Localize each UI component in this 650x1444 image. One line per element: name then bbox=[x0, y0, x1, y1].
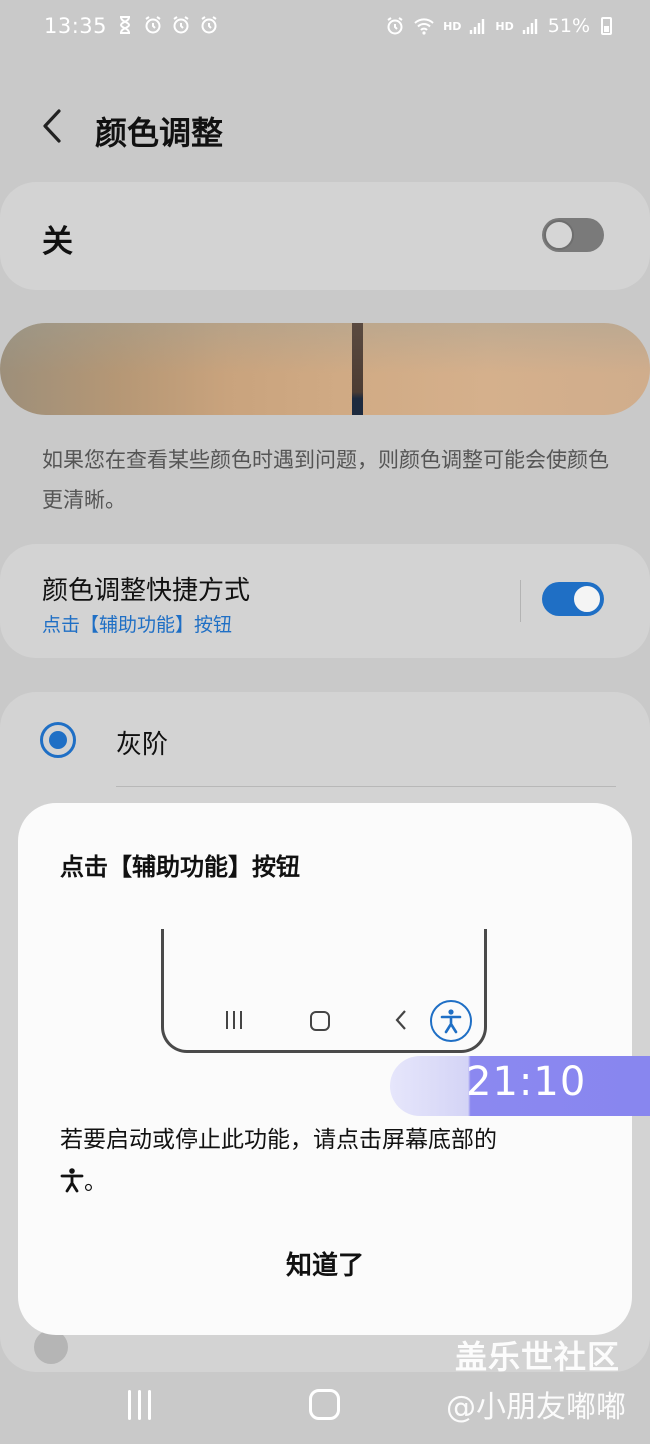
alarm-icon bbox=[201, 16, 217, 34]
chevron-left-icon bbox=[43, 109, 61, 143]
recents-button[interactable] bbox=[128, 1390, 151, 1420]
preview-pole bbox=[352, 323, 363, 415]
status-right-icons: HD HD 51% bbox=[385, 15, 612, 37]
hd-4g-signal-icon: HD bbox=[495, 19, 514, 33]
floating-clock-time: 21:10 bbox=[466, 1059, 587, 1105]
watermark-community: 盖乐世社区 bbox=[455, 1338, 621, 1376]
preview-image bbox=[0, 323, 650, 415]
illustration-back-icon bbox=[395, 1010, 406, 1030]
app-bar: 颜色调整 bbox=[0, 88, 650, 168]
battery-percent: 51% bbox=[547, 15, 590, 37]
preview-sky bbox=[0, 323, 650, 415]
dialog-body: 若要启动或停止此功能，请点击屏幕底部的 。 bbox=[60, 1119, 600, 1203]
dialog-title: 点击【辅助功能】按钮 bbox=[60, 853, 300, 881]
got-it-button[interactable]: 知道了 bbox=[18, 1241, 632, 1291]
shortcut-divider bbox=[520, 580, 521, 622]
hourglass-icon bbox=[119, 16, 131, 34]
home-button[interactable] bbox=[309, 1389, 340, 1420]
status-left-icons bbox=[115, 15, 219, 35]
master-toggle[interactable] bbox=[542, 218, 604, 252]
alarm-icon bbox=[173, 16, 189, 34]
alarm-icon bbox=[145, 16, 161, 34]
toggle-knob bbox=[544, 220, 574, 250]
master-switch-row[interactable]: 关 bbox=[0, 182, 650, 290]
shortcut-subtitle: 点击【辅助功能】按钮 bbox=[42, 614, 233, 636]
toggle-knob bbox=[572, 584, 602, 614]
illustration-home-icon bbox=[310, 1011, 330, 1031]
hd-5g-signal-icon: HD bbox=[443, 19, 462, 33]
status-bar: 13:35 HD HD 51% bbox=[0, 0, 650, 56]
description-text: 如果您在查看某些颜色时遇到问题，则颜色调整可能会使颜色更清晰。 bbox=[42, 448, 609, 512]
shortcut-toggle[interactable] bbox=[542, 582, 604, 616]
alarm-icon bbox=[387, 17, 403, 35]
shortcut-title: 颜色调整快捷方式 bbox=[42, 576, 251, 606]
dialog-body-end: 。 bbox=[84, 1169, 107, 1195]
recents-bar bbox=[148, 1390, 151, 1420]
back-button[interactable] bbox=[30, 104, 74, 148]
signal-icon bbox=[470, 19, 485, 34]
recents-bar bbox=[128, 1390, 131, 1420]
watermark-user: @小朋友嘟嘟 bbox=[446, 1390, 626, 1425]
illustration-recents-icon bbox=[226, 1011, 242, 1029]
illustration-accessibility-icon bbox=[430, 1000, 472, 1042]
wifi-icon bbox=[414, 18, 434, 35]
option-grayscale-label[interactable]: 灰阶 bbox=[116, 724, 168, 761]
battery-icon bbox=[601, 17, 612, 35]
accessibility-icon bbox=[60, 1168, 84, 1193]
slider-thumb[interactable] bbox=[34, 1330, 68, 1364]
master-switch-label: 关 bbox=[42, 224, 73, 260]
option-divider bbox=[116, 786, 616, 787]
shortcut-row[interactable]: 颜色调整快捷方式 点击【辅助功能】按钮 bbox=[0, 544, 650, 658]
grayscale-radio[interactable] bbox=[40, 722, 76, 758]
recents-bar bbox=[138, 1390, 141, 1420]
page-title: 颜色调整 bbox=[95, 114, 224, 152]
signal-icon bbox=[522, 19, 537, 34]
dialog-body-text: 若要启动或停止此功能，请点击屏幕底部的 bbox=[60, 1127, 497, 1153]
status-time: 13:35 bbox=[44, 14, 108, 38]
